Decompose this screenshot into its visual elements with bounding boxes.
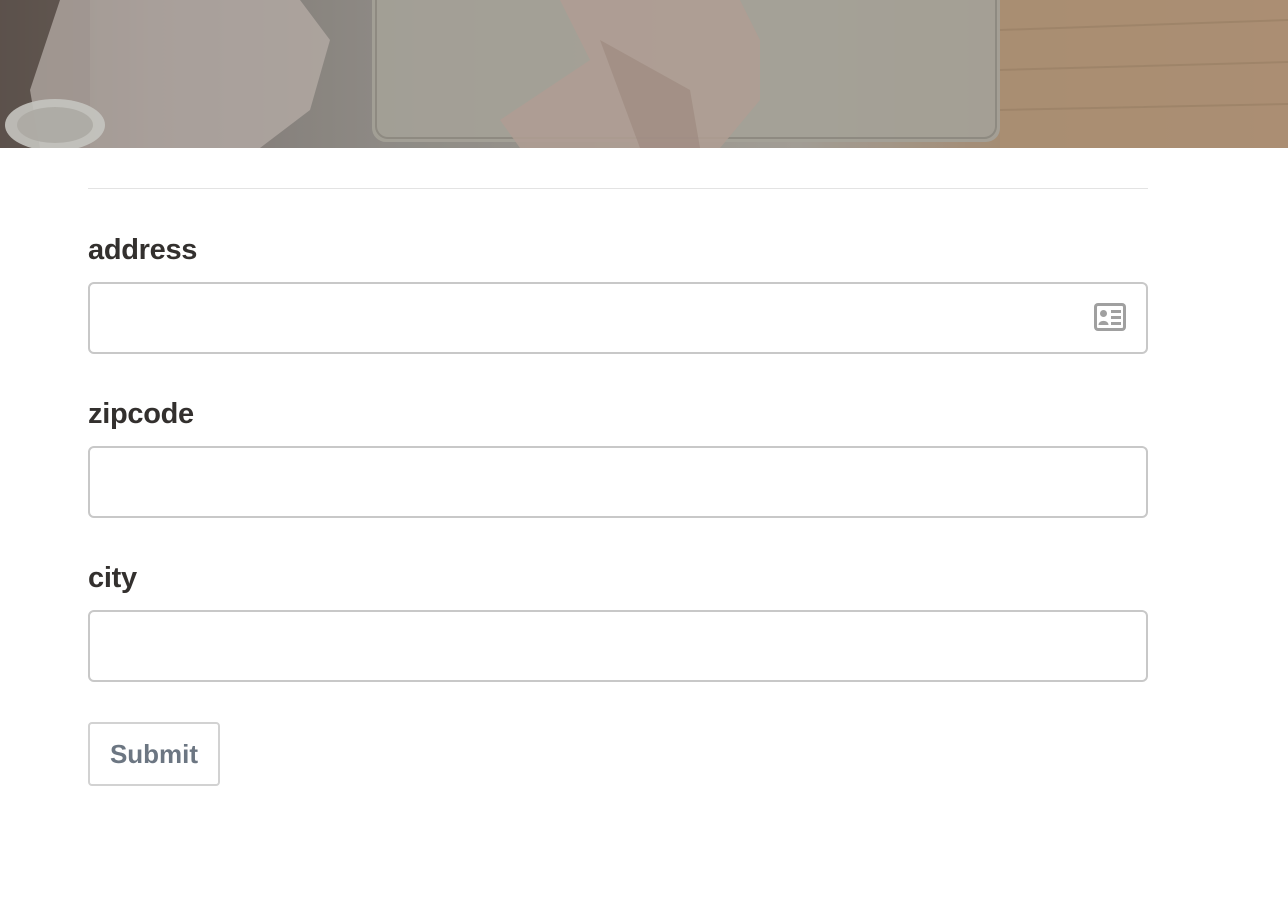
city-label: city [88,562,137,594]
submit-button[interactable]: Submit [88,722,220,786]
zipcode-field[interactable] [88,446,1148,518]
address-field[interactable] [88,282,1148,354]
hero-banner-image [0,0,1288,148]
city-field[interactable] [88,610,1148,682]
zipcode-label: zipcode [88,398,194,430]
hero-photo-illustration [0,0,1288,148]
address-label: address [88,234,198,266]
section-divider [88,188,1148,189]
contact-card-icon [1094,303,1126,331]
